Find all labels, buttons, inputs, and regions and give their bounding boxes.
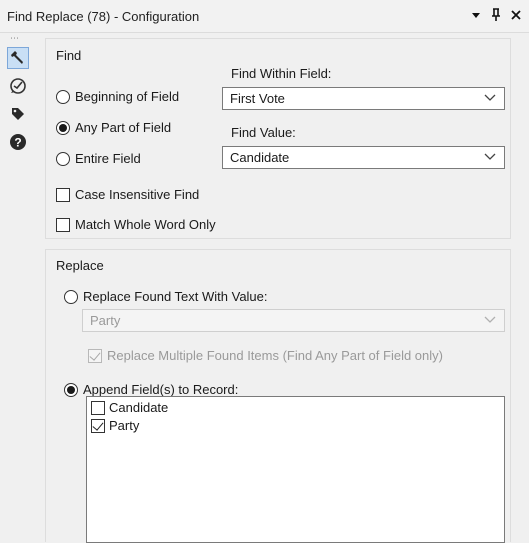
append-fields-listbox[interactable]: Candidate Party: [86, 396, 505, 543]
replace-value-select[interactable]: Party: [82, 309, 505, 332]
find-group-label: Find: [56, 48, 82, 63]
replace-multiple-checkbox[interactable]: Replace Multiple Found Items (Find Any P…: [88, 348, 443, 363]
case-insensitive-label: Case Insensitive Find: [75, 187, 200, 202]
close-icon[interactable]: [509, 7, 523, 23]
case-insensitive-box[interactable]: [56, 187, 70, 202]
find-group: Find Beginning of Field Any Part of Fiel…: [45, 38, 511, 239]
append-field-party-label: Party: [109, 418, 140, 433]
find-within-field-select[interactable]: First Vote: [222, 87, 505, 110]
radio-replace-found-text[interactable]: Replace Found Text With Value:: [64, 289, 268, 304]
radio-beginning-of-field-circle[interactable]: [56, 89, 70, 104]
radio-entire-field[interactable]: Entire Field: [56, 151, 141, 166]
configuration-wrench-icon[interactable]: [7, 47, 29, 69]
find-value-label: Find Value:: [231, 125, 296, 140]
append-field-party[interactable]: Party: [91, 418, 139, 433]
radio-entire-field-circle[interactable]: [56, 151, 70, 166]
dropdown-arrow-icon[interactable]: [469, 7, 483, 23]
append-field-party-box[interactable]: [91, 418, 105, 433]
radio-beginning-of-field[interactable]: Beginning of Field: [56, 89, 179, 104]
match-whole-word-box[interactable]: [56, 217, 70, 232]
tool-strip: ⋯ ?: [0, 33, 33, 542]
radio-replace-found-text-circle[interactable]: [64, 289, 78, 304]
radio-entire-field-label: Entire Field: [75, 151, 141, 166]
svg-text:?: ?: [14, 136, 21, 150]
append-field-candidate-box[interactable]: [91, 400, 105, 415]
replace-multiple-box[interactable]: [88, 348, 102, 363]
grip-dots: ⋯: [10, 33, 20, 43]
chevron-down-icon: [484, 316, 496, 323]
radio-any-part-of-field-label: Any Part of Field: [75, 120, 172, 135]
help-icon[interactable]: ?: [7, 131, 29, 153]
append-field-candidate-label: Candidate: [109, 400, 169, 415]
chevron-down-icon: [484, 94, 496, 101]
annotation-icon[interactable]: [7, 75, 29, 97]
configuration-panel: Find Beginning of Field Any Part of Fiel…: [45, 33, 515, 543]
chevron-down-icon: [484, 153, 496, 160]
replace-value-text: Party: [90, 313, 121, 328]
radio-append-fields-label: Append Field(s) to Record:: [83, 382, 239, 397]
window-title: Find Replace (78) - Configuration: [7, 9, 200, 24]
replace-group-label: Replace: [56, 258, 104, 273]
radio-append-fields[interactable]: Append Field(s) to Record:: [64, 382, 238, 397]
radio-any-part-of-field-circle[interactable]: [56, 120, 70, 135]
radio-any-part-of-field[interactable]: Any Part of Field: [56, 120, 171, 135]
match-whole-word-checkbox[interactable]: Match Whole Word Only: [56, 217, 216, 232]
case-insensitive-checkbox[interactable]: Case Insensitive Find: [56, 187, 199, 202]
pin-icon[interactable]: [489, 7, 503, 23]
append-field-candidate[interactable]: Candidate: [91, 400, 168, 415]
tag-icon[interactable]: [7, 103, 29, 125]
replace-multiple-label: Replace Multiple Found Items (Find Any P…: [107, 348, 443, 363]
find-within-field-label: Find Within Field:: [231, 66, 332, 81]
find-value-select[interactable]: Candidate: [222, 146, 505, 169]
radio-append-fields-circle[interactable]: [64, 382, 78, 397]
find-value-text: Candidate: [230, 150, 290, 165]
radio-replace-found-text-label: Replace Found Text With Value:: [83, 289, 268, 304]
title-bar: Find Replace (78) - Configuration: [0, 0, 529, 33]
replace-group: Replace Replace Found Text With Value: P…: [45, 249, 511, 543]
radio-beginning-of-field-label: Beginning of Field: [75, 89, 180, 104]
find-within-field-value: First Vote: [230, 91, 285, 106]
match-whole-word-label: Match Whole Word Only: [75, 217, 216, 232]
